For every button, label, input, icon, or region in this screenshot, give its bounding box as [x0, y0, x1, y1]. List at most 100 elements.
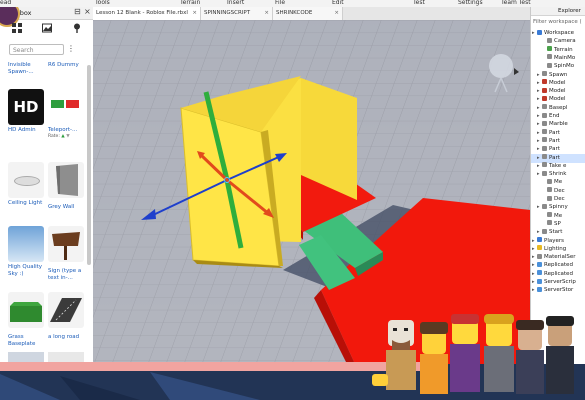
explorer-row-label: Marble [549, 121, 568, 128]
toolbox-item[interactable]: Grey Wall [48, 162, 88, 211]
explorer-row-label: Spinny [549, 204, 568, 211]
toolbox-item[interactable]: High Quality Sky :) [8, 226, 48, 278]
object-icon [542, 154, 547, 159]
object-icon [542, 137, 547, 143]
item-label: HD Admin [8, 127, 36, 133]
item-label: High Quality Sky :) [8, 264, 43, 277]
object-icon [542, 120, 547, 126]
explorer-row-label: Part [549, 146, 560, 153]
item-label: Sign (type a text in-... [48, 268, 82, 281]
item-label: R6 Dummy [48, 62, 79, 68]
toolbox-item[interactable]: Ceiling Light [8, 162, 48, 207]
object-icon [542, 104, 547, 110]
object-icon [547, 195, 552, 201]
view-cube-icon[interactable] [489, 54, 513, 78]
explorer-row-label: Part [549, 137, 560, 144]
item-label: Teleport-... [48, 127, 78, 133]
dock-icon[interactable]: ⊟ [74, 7, 81, 16]
tab-spinningscript[interactable]: SPINNINGSCRIPT × [201, 7, 273, 20]
explorer-row-label: Lighting [544, 245, 567, 252]
object-icon [542, 71, 547, 76]
explorer-row-label: Replicated [544, 262, 573, 269]
menu-item[interactable]: Test [413, 0, 425, 6]
road-thumbnail [48, 292, 84, 328]
explorer-row-label: Basepl [549, 104, 568, 111]
tab-lesson-file[interactable]: Lesson 12 Blank - Roblox File.rbxl × [93, 7, 201, 20]
explorer-row-label: SP [554, 220, 561, 227]
item-label: Ceiling Light [8, 200, 43, 206]
object-icon [542, 112, 547, 118]
object-icon [547, 37, 552, 43]
explorer-filter-input[interactable]: Filter workspace ( [533, 18, 585, 27]
grey-wall-thumbnail [48, 162, 84, 198]
close-icon[interactable]: × [192, 7, 197, 20]
toolbox-item[interactable]: HD HD Admin [8, 89, 48, 134]
explorer-row[interactable]: ▸ ServerStor [531, 286, 585, 295]
close-icon[interactable]: × [84, 7, 91, 16]
hd-logo: HD [13, 98, 39, 116]
ceiling-light-thumbnail [8, 162, 44, 198]
explorer-row-label: Camera [554, 38, 576, 45]
tab-label: SPINNINGSCRIPT [204, 10, 251, 16]
toolbox-item[interactable]: Invisible Spawn-... [8, 60, 48, 76]
marker-icon[interactable] [72, 23, 82, 33]
explorer-row-label: Dec [554, 196, 565, 202]
explorer-row-label: ServerStor [544, 287, 574, 294]
object-icon [537, 29, 542, 35]
object-icon [542, 228, 547, 234]
object-icon [537, 237, 542, 242]
teleport-thumbnail [48, 89, 84, 125]
explorer-row-label: Terrain [554, 46, 573, 53]
tab-shrinkcode[interactable]: SHRINKCODE × [273, 7, 343, 20]
hd-admin-thumbnail: HD [8, 89, 44, 125]
explorer-row-label: Me [554, 179, 563, 186]
sign-thumbnail [48, 226, 84, 262]
object-icon [547, 46, 552, 52]
explorer-title: Explorer [531, 7, 585, 16]
close-icon[interactable]: × [264, 7, 269, 20]
explorer-row-label: Spawn [549, 71, 568, 78]
toolbox-item[interactable]: a long road [48, 292, 88, 341]
close-icon[interactable]: × [334, 7, 339, 20]
menu-item[interactable]: Edit [332, 0, 344, 6]
image-icon[interactable] [42, 23, 52, 33]
object-icon [547, 62, 552, 68]
search-input[interactable]: Search [9, 44, 64, 55]
explorer-row-label: MaterialSer [544, 254, 576, 261]
toolbox-item[interactable]: Grass Baseplate [8, 292, 48, 348]
object-icon [542, 170, 547, 176]
object-icon [542, 203, 547, 209]
explorer-row-label: Start [549, 229, 563, 236]
object-icon [537, 278, 542, 284]
roblox-characters-image [372, 314, 574, 394]
toolbox-item[interactable]: R6 Dummy [48, 60, 88, 69]
toolbox-item[interactable]: Teleport-... Rate: ▲ ▼ [48, 89, 88, 139]
explorer-row-label: MainMo [554, 54, 576, 61]
object-icon [537, 261, 542, 267]
toolbox-panel: oolbox ⊟ × Search ⋮ Invisible Spawn-... … [0, 7, 94, 364]
item-label: a long road [48, 334, 80, 340]
menu-item[interactable]: Tools [95, 0, 110, 6]
explorer-row-label: Shrink [549, 171, 567, 178]
item-label: Grass Baseplate [8, 334, 36, 347]
toolbox-item[interactable]: Sign (type a text in-... [48, 226, 88, 282]
explorer-row-label: Model [549, 88, 566, 95]
toolbox-scrollbar[interactable] [87, 65, 91, 265]
grass-thumbnail [8, 292, 44, 328]
object-icon [547, 187, 552, 193]
item-label: Grey Wall [48, 204, 75, 210]
object-icon [547, 178, 552, 184]
menu-item[interactable]: File [275, 0, 285, 6]
explorer-row-label: Replicated [544, 270, 573, 277]
menu-item[interactable]: Terrain [180, 0, 200, 6]
object-icon [542, 129, 547, 135]
menu-item[interactable]: ead [0, 0, 11, 6]
menu-item[interactable]: Settings [458, 0, 483, 6]
explorer-row-label: Dec [554, 187, 565, 194]
object-icon [542, 95, 547, 101]
grid-icon[interactable] [12, 23, 22, 33]
object-icon [537, 286, 542, 292]
menu-item[interactable]: Team Test [501, 0, 531, 6]
menu-item[interactable]: Insert [227, 0, 244, 6]
filter-icon[interactable]: ⋮ [67, 44, 75, 53]
